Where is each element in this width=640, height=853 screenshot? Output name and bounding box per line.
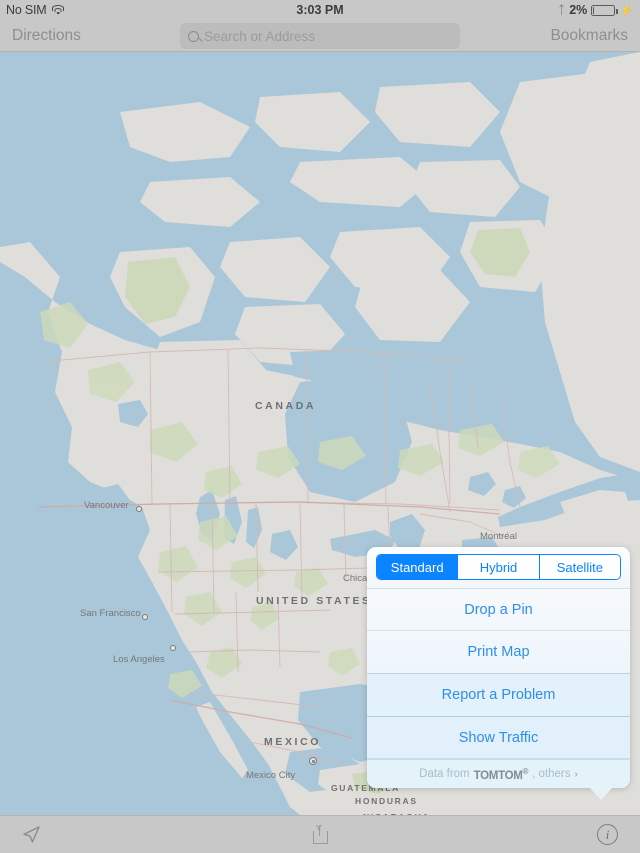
attribution-prefix: Data from: [419, 768, 470, 780]
share-icon: [312, 825, 328, 844]
search-icon: [188, 30, 199, 42]
tomtom-logo: TOMTOM®: [474, 767, 529, 782]
show-traffic-button[interactable]: Show Traffic: [367, 717, 630, 759]
status-bar: No SIM 3:03 PM ᛏ 2% ⚡: [0, 0, 640, 20]
drop-a-pin-button[interactable]: Drop a Pin: [367, 589, 630, 631]
tomtom-wordmark: TOMTOM: [473, 769, 523, 782]
battery-icon: [591, 4, 618, 16]
status-bar-time: 3:03 PM: [296, 3, 344, 17]
map-label-capital: Mexico City: [246, 770, 296, 781]
map-city-dot: [136, 506, 142, 512]
directions-button[interactable]: Directions: [0, 27, 93, 45]
map-label-country: UNITED STATES: [256, 595, 372, 607]
info-button[interactable]: i: [419, 816, 640, 853]
map-mode-segmented-wrapper: Standard Hybrid Satellite: [367, 547, 630, 589]
search-input[interactable]: Search or Address: [180, 23, 460, 49]
map-label-city: San Francisco: [80, 608, 141, 619]
segment-standard[interactable]: Standard: [377, 555, 459, 579]
chevron-right-icon: ›: [574, 768, 578, 780]
popover-group-traffic: Show Traffic Data from TOMTOM® , others …: [367, 717, 630, 788]
popover-group-pin-print: Drop a Pin Print Map: [367, 589, 630, 674]
share-button[interactable]: [221, 816, 420, 853]
info-circle-icon: i: [597, 824, 619, 845]
map-mode-segmented-control[interactable]: Standard Hybrid Satellite: [376, 554, 621, 580]
print-map-button[interactable]: Print Map: [367, 631, 630, 673]
map-capital-dot: [309, 757, 317, 765]
map-options-popover: Standard Hybrid Satellite Drop a Pin Pri…: [367, 547, 630, 800]
map-city-dot: [170, 645, 176, 651]
battery-percent-label: 2%: [569, 3, 588, 17]
segment-hybrid[interactable]: Hybrid: [458, 555, 540, 579]
map-label-city: Montréal: [480, 531, 517, 542]
navigation-bar: Directions Search or Address Bookmarks: [0, 20, 640, 52]
registered-mark-icon: ®: [522, 766, 529, 776]
lightning-bolt-icon: ⚡: [620, 4, 634, 17]
status-bar-right: ᛏ 2% ⚡: [558, 3, 634, 17]
map-label-city: Vancouver: [84, 500, 129, 511]
location-arrow-icon: [22, 825, 41, 844]
report-a-problem-button[interactable]: Report a Problem: [367, 674, 630, 716]
segment-satellite[interactable]: Satellite: [539, 555, 620, 579]
map-label-country: HONDURAS: [355, 796, 418, 806]
bookmarks-button[interactable]: Bookmarks: [538, 27, 640, 45]
map-city-dot: [142, 614, 148, 620]
current-location-button[interactable]: [0, 816, 221, 853]
map-label-country: MEXICO: [264, 736, 322, 748]
bluetooth-icon: ᛏ: [558, 3, 566, 17]
attribution-suffix: , others: [532, 768, 571, 780]
bottom-toolbar: i: [0, 815, 640, 853]
map-label-city: Los Angeles: [113, 654, 165, 665]
data-attribution-row[interactable]: Data from TOMTOM® , others ›: [367, 759, 630, 788]
search-placeholder: Search or Address: [204, 28, 316, 44]
popover-content: Standard Hybrid Satellite Drop a Pin Pri…: [367, 547, 630, 788]
map-label-country: CANADA: [255, 400, 317, 412]
popover-group-report: Report a Problem: [367, 674, 630, 717]
